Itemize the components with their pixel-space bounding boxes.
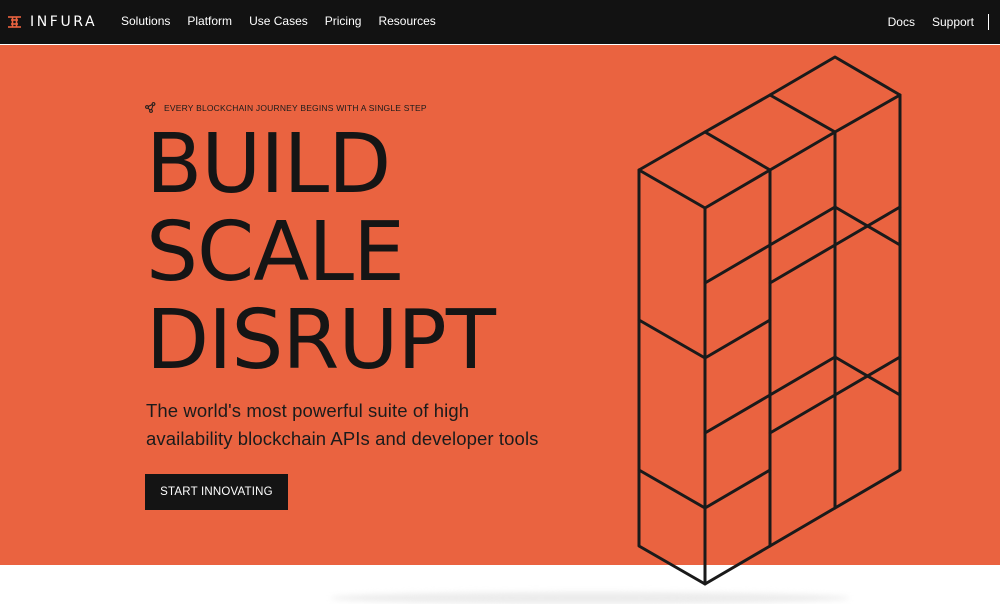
isometric-cube-stack-illustration: [637, 55, 902, 586]
content-card-shadow: [330, 592, 850, 604]
